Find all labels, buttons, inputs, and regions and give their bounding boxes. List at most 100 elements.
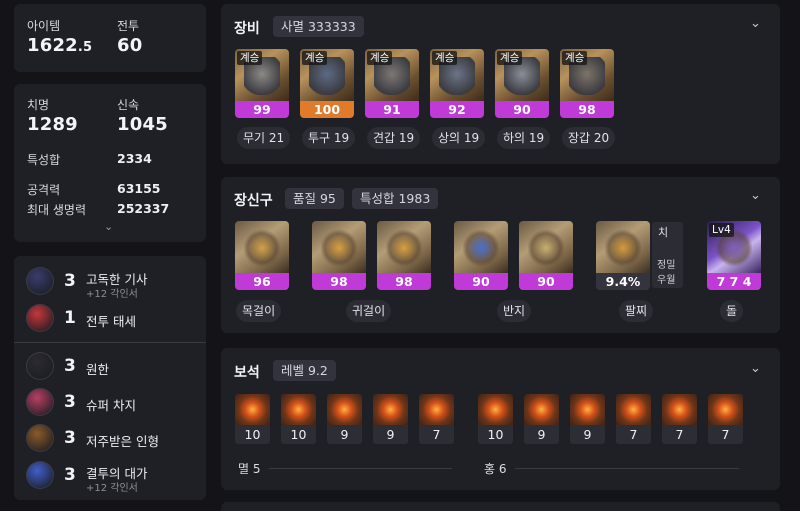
succession-tag: 계승	[432, 51, 458, 65]
gem-level: 9	[570, 425, 605, 444]
accessory-spec-chip: 특성합 1983	[352, 188, 439, 209]
gem-level: 10	[281, 425, 316, 444]
succession-tag: 계승	[562, 51, 588, 65]
necklace-icon	[235, 221, 289, 273]
accessory-slot[interactable]: 96	[235, 221, 289, 290]
battle-level-value: 60	[117, 35, 143, 56]
quality-bar: 98	[312, 273, 366, 290]
pants-icon: 계승	[495, 49, 549, 101]
stone-label: 돌	[720, 300, 744, 322]
engraving-row[interactable]: 3 고독한 기사 +12 각인서	[26, 267, 206, 300]
gem-icon	[708, 394, 743, 425]
stone-level-tag: Lv4	[709, 223, 734, 237]
gem-icon	[419, 394, 454, 425]
equipment-label: 견갑 19	[367, 127, 421, 149]
gem-level: 7	[708, 425, 743, 444]
gem-level: 10	[235, 425, 270, 444]
chevron-down-icon[interactable]: ⌄	[750, 361, 761, 376]
engraving-row[interactable]: 3 결투의 대가 +12 각인서	[26, 461, 206, 494]
ring-label: 반지	[497, 300, 532, 322]
gem-level: 7	[662, 425, 697, 444]
gem-icon	[478, 394, 513, 425]
gem-icon	[327, 394, 362, 425]
gem-slot[interactable]: 9	[373, 394, 408, 444]
accessory-slot[interactable]: Lv4 7 7 4	[707, 221, 761, 290]
gem-level: 7	[616, 425, 651, 444]
engraving-row[interactable]: 3 저주받은 인형	[26, 424, 206, 454]
chevron-down-icon[interactable]: ⌄	[104, 220, 113, 233]
gem-slot[interactable]: 9	[524, 394, 559, 444]
equipment-label: 하의 19	[497, 127, 551, 149]
equipment-slot[interactable]: 계승 98	[560, 49, 614, 118]
quality-bar: 92	[430, 101, 484, 118]
weapon-icon: 계승	[235, 49, 289, 101]
equipment-slot[interactable]: 계승 90	[495, 49, 549, 118]
quality-bar: 98	[560, 101, 614, 118]
equipment-set-chip: 사멸 333333	[273, 16, 364, 37]
quality-bar: 90	[454, 273, 508, 290]
engraving-book: +12 각인서	[86, 289, 138, 300]
battle-stance-icon	[26, 304, 54, 332]
hp-value: 252337	[117, 201, 170, 216]
gem-slot[interactable]: 10	[281, 394, 316, 444]
quality-bar: 7 7 4	[707, 273, 761, 290]
chevron-down-icon[interactable]: ⌄	[750, 188, 761, 203]
quality-bar: 98	[377, 273, 431, 290]
item-level-decimal: .5	[77, 40, 93, 55]
accessory-slot[interactable]: 90	[454, 221, 508, 290]
gem-slot[interactable]: 10	[235, 394, 270, 444]
accessory-slot[interactable]: 98	[312, 221, 366, 290]
helmet-icon: 계승	[300, 49, 354, 101]
gem-slot[interactable]: 7	[708, 394, 743, 444]
equipment-label: 상의 19	[432, 127, 486, 149]
engraving-row[interactable]: 1 전투 태세	[26, 304, 206, 334]
earring-icon	[377, 221, 431, 273]
quality-bar: 91	[365, 101, 419, 118]
bracelet-stat-1: 치	[658, 226, 669, 239]
engraving-book: +12 각인서	[86, 483, 138, 494]
gem-icon	[616, 394, 651, 425]
spec-total-value: 2334	[117, 151, 152, 166]
accessory-slot[interactable]: 9.4%	[596, 221, 650, 290]
equipment-label: 무기 21	[237, 127, 291, 149]
necklace-label: 목걸이	[236, 300, 282, 322]
gem-slot[interactable]: 10	[478, 394, 513, 444]
crit-label: 치명	[27, 98, 50, 112]
equipment-slot[interactable]: 계승 92	[430, 49, 484, 118]
gems-card: 보석 레벨 9.2 ⌄ 10 10 9 9 7 10 9 9 7 7 7 멸 5 홍 6	[221, 348, 780, 490]
succession-tag: 계승	[302, 51, 328, 65]
equipment-title: 장비	[234, 21, 260, 37]
bracelet-stat-box: 치 정밀 우월	[652, 222, 683, 288]
equipment-slot[interactable]: 계승 99	[235, 49, 289, 118]
item-level-integer: 1622	[27, 35, 78, 56]
equipment-slot[interactable]: 계승 91	[365, 49, 419, 118]
quality-bar: 90	[495, 101, 549, 118]
shoulder-icon: 계승	[365, 49, 419, 101]
crimson-gem-label: 홍 6	[484, 462, 507, 476]
engraving-level: 3	[64, 428, 76, 448]
equipment-slot[interactable]: 계승 100	[300, 49, 354, 118]
gems-title: 보석	[234, 365, 260, 381]
accessory-slot[interactable]: 90	[519, 221, 573, 290]
engraving-row[interactable]: 3 원한	[26, 352, 206, 382]
item-level-value: 1622.5	[27, 35, 92, 56]
stats-card: 치명 1289 신속 1045 특성합 2334 공격력 63155 최대 생명…	[14, 84, 206, 242]
gem-slot[interactable]: 7	[662, 394, 697, 444]
crit-value: 1289	[27, 114, 78, 135]
gem-icon	[524, 394, 559, 425]
engraving-row[interactable]: 3 슈퍼 차지	[26, 388, 206, 418]
gem-icon	[235, 394, 270, 425]
attack-value: 63155	[117, 181, 161, 196]
gem-slot[interactable]: 7	[616, 394, 651, 444]
super-charge-icon	[26, 388, 54, 416]
chevron-down-icon[interactable]: ⌄	[750, 16, 761, 31]
quality-bar: 90	[519, 273, 573, 290]
accessory-slot[interactable]: 98	[377, 221, 431, 290]
swift-value: 1045	[117, 114, 168, 135]
annihilation-gem-label: 멸 5	[238, 462, 261, 476]
gem-slot[interactable]: 9	[570, 394, 605, 444]
annihilation-divider	[269, 468, 452, 469]
engraving-level: 3	[64, 356, 76, 376]
gem-slot[interactable]: 7	[419, 394, 454, 444]
gem-slot[interactable]: 9	[327, 394, 362, 444]
